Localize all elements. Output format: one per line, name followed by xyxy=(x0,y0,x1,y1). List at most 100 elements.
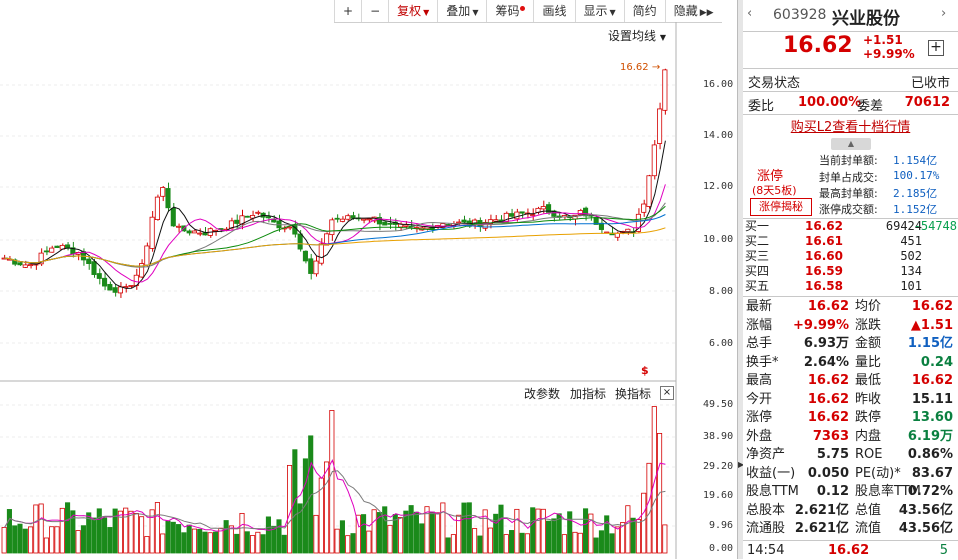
volume-bar xyxy=(440,502,446,554)
volume-bar xyxy=(102,517,108,554)
quote-label: 外盘 xyxy=(746,428,773,444)
volume-bar xyxy=(519,532,525,554)
add-watchlist-button[interactable]: + xyxy=(928,40,944,56)
candle-body xyxy=(128,285,134,287)
candle-body xyxy=(598,222,604,230)
quote-cell: 涨幅 +9.99% xyxy=(746,317,849,335)
candle-body xyxy=(445,224,451,226)
volume-bar xyxy=(651,406,657,554)
quote-label: 净资产 xyxy=(746,447,786,462)
volume-bar xyxy=(408,505,414,554)
candle-body xyxy=(493,219,499,222)
volume-bar xyxy=(154,502,160,554)
volume-bar xyxy=(646,462,652,554)
candle-body xyxy=(176,225,182,228)
next-stock-button[interactable]: › xyxy=(941,6,946,21)
candle-body xyxy=(345,215,351,220)
quote-cell: ROE 0.86% xyxy=(855,446,953,464)
candle-body xyxy=(387,222,393,225)
volume-bar xyxy=(403,510,409,554)
quote-value: 1.15亿 xyxy=(907,336,953,351)
quote-cell: 总值 43.56亿 xyxy=(855,502,953,520)
volume-bar xyxy=(435,512,441,554)
bid-level-row[interactable]: 买四 16.59 134 xyxy=(745,264,957,279)
bid-label: 买四 xyxy=(745,264,770,278)
volume-bar xyxy=(524,533,530,554)
last-price-tag-value: 16.62 xyxy=(620,62,649,73)
candle-body xyxy=(382,221,388,226)
quote-cell: 净资产 5.75 xyxy=(746,446,849,464)
ma-setting-label: 设置均线 xyxy=(608,29,657,43)
collapse-up-icon[interactable]: ▲ xyxy=(831,138,871,150)
volume-bar xyxy=(361,514,367,554)
candle-body xyxy=(318,243,324,264)
quote-label: 总股本 xyxy=(746,502,786,518)
limit-up-reveal-button[interactable]: 涨停揭秘 xyxy=(750,198,812,216)
add-indicator-button[interactable]: 加指标 xyxy=(570,385,606,402)
quote-cell: 流通股 2.621亿 xyxy=(746,520,849,538)
volume-bar xyxy=(28,526,34,554)
seal-label: 最高封单额: xyxy=(819,187,878,200)
quote-cell: 总手 6.93万 xyxy=(746,335,849,353)
volume-bar xyxy=(535,508,541,554)
candle-body xyxy=(54,245,60,248)
bid-level-row[interactable]: 买一 16.62 69424 -54748 xyxy=(745,219,957,234)
change-param-button[interactable]: 改参数 xyxy=(524,385,560,402)
quote-cell: 最高 16.62 xyxy=(746,372,849,390)
quote-label: 量比 xyxy=(855,354,882,370)
candle-body xyxy=(530,214,536,216)
l2-purchase-link[interactable]: 购买L2查看十档行情 xyxy=(743,116,958,135)
prev-stock-button[interactable]: ‹ xyxy=(747,6,752,21)
volume-bar xyxy=(509,530,515,554)
quote-label: 涨幅 xyxy=(746,317,773,333)
ma-line xyxy=(4,202,666,268)
close-indicator-button[interactable]: × xyxy=(660,386,674,400)
candle-body xyxy=(149,216,155,249)
ma-setting-button[interactable]: 设置均线 ▼ xyxy=(608,27,666,44)
volume-bar xyxy=(583,508,589,554)
switch-indicator-button[interactable]: 换指标 xyxy=(615,385,651,402)
quote-value: 16.62 xyxy=(807,391,849,407)
volume-bar xyxy=(218,527,224,554)
candle-body xyxy=(65,244,71,249)
candle-body xyxy=(514,211,520,220)
quote-cell: 总股本 2.621亿 xyxy=(746,502,849,520)
candle-body xyxy=(112,287,118,293)
quote-cell: 外盘 7363 xyxy=(746,428,849,446)
bid-volume: 101 xyxy=(900,279,922,293)
volume-bar xyxy=(466,502,472,554)
kline-chart[interactable] xyxy=(0,0,738,559)
quote-value: 0.24 xyxy=(920,354,953,370)
bid-price: 16.59 xyxy=(805,264,843,278)
stock-header: ‹ 603928 兴业股份 › xyxy=(743,0,958,32)
event-marker-icon[interactable]: $ xyxy=(641,364,649,377)
weicha-label: 委差 xyxy=(857,99,884,114)
quote-label: 总手 xyxy=(746,336,773,351)
volume-bar xyxy=(186,524,192,554)
quote-cell: 量比 0.24 xyxy=(855,354,953,372)
quote-cell: PE(动)* 83.67 xyxy=(855,465,953,483)
tick-price: 16.62 xyxy=(828,543,870,558)
candle-body xyxy=(657,108,663,144)
bid-level-row[interactable]: 买二 16.61 451 xyxy=(745,234,957,249)
quote-label: 金额 xyxy=(855,336,882,351)
volume-bar xyxy=(487,527,493,554)
bid-level-row[interactable]: 买三 16.60 502 xyxy=(745,249,957,264)
candle-body xyxy=(540,206,546,210)
tick-time: 14:54 xyxy=(747,543,785,558)
volume-bar xyxy=(540,508,546,554)
candle-body xyxy=(403,224,409,227)
candle-body xyxy=(297,233,303,250)
volume-bar xyxy=(107,527,113,554)
arrow-right-icon: → xyxy=(651,62,661,73)
quote-label: 股息TTM xyxy=(746,484,799,499)
quote-label: 最低 xyxy=(855,373,882,388)
quote-label: 涨跌 xyxy=(855,317,882,333)
bid-level-row[interactable]: 买五 16.58 101 xyxy=(745,279,957,294)
divider xyxy=(743,68,958,69)
volume-bar xyxy=(223,520,229,554)
price-axis-label: 8.00 xyxy=(709,286,734,297)
volume-bar xyxy=(350,533,356,554)
volume-bar xyxy=(461,502,467,554)
divider xyxy=(743,114,958,115)
